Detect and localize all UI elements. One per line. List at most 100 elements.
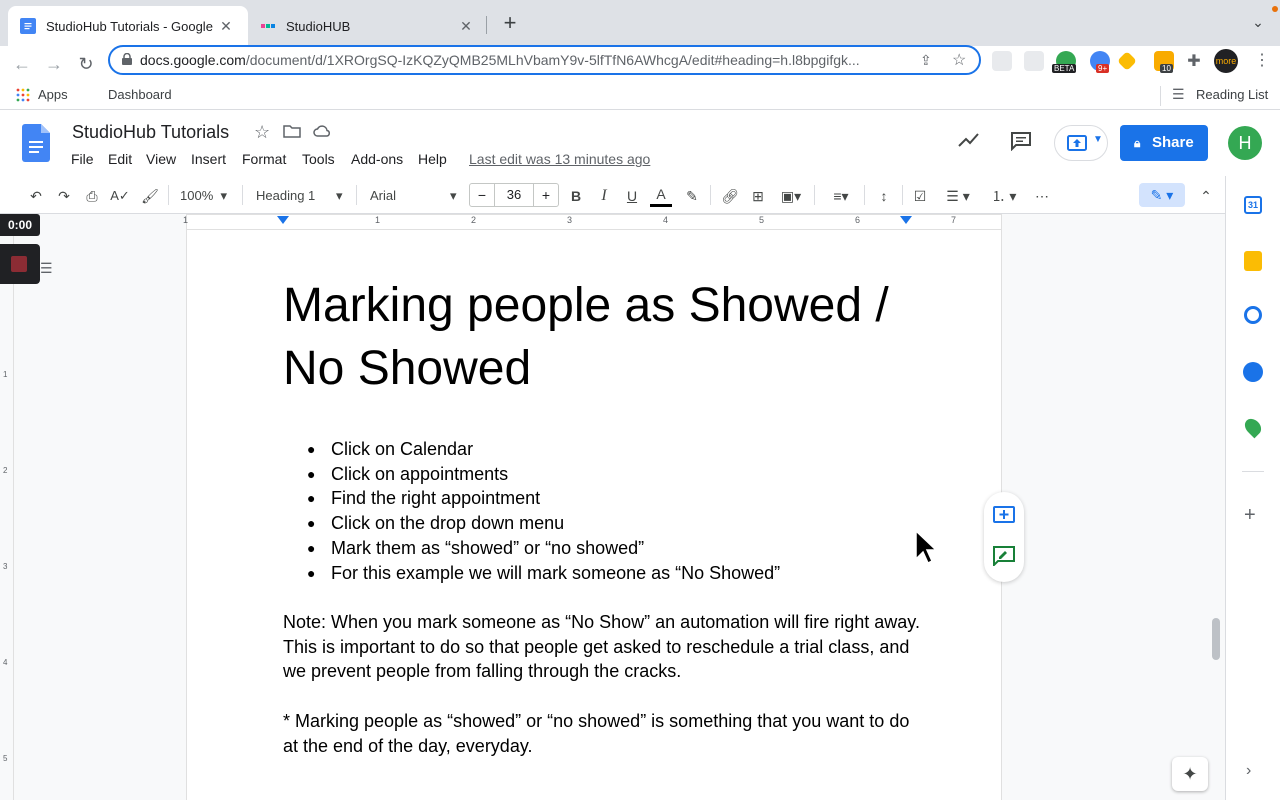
keep-icon[interactable] — [1244, 251, 1262, 271]
increase-font-size-button[interactable]: + — [534, 184, 558, 206]
reading-list-button[interactable]: Reading List — [1196, 87, 1268, 102]
print-icon[interactable]: ⎙ — [82, 185, 102, 207]
menu-tools[interactable]: Tools — [302, 151, 335, 167]
tasks-icon[interactable] — [1244, 306, 1262, 324]
get-addons-icon[interactable]: + — [1244, 504, 1256, 527]
explore-button[interactable]: ✦ — [1172, 757, 1208, 791]
menu-edit[interactable]: Edit — [108, 151, 132, 167]
font-size-input[interactable]: 36 — [494, 184, 534, 206]
add-comment-icon[interactable]: ⊞ — [748, 185, 768, 207]
floating-actions — [984, 492, 1024, 582]
document-page[interactable]: Marking people as Showed / No Showed Cli… — [186, 230, 1002, 800]
address-bar[interactable]: docs.google.com/document/d/1XROrgSQ-IzKQ… — [108, 45, 981, 75]
apps-bookmark[interactable]: Apps — [38, 87, 68, 102]
extensions-puzzle-icon[interactable]: ✚ — [1184, 51, 1204, 71]
lock-icon: 🔒︎ — [1134, 136, 1141, 150]
tab-search-button[interactable]: ⌄ — [1248, 14, 1268, 34]
tab-strip: StudioHub Tutorials - Google D ✕ StudioH… — [0, 0, 1280, 46]
url-text: docs.google.com/document/d/1XROrgSQ-IzKQ… — [140, 52, 860, 68]
list-item: Mark them as “showed” or “no showed” — [307, 536, 780, 561]
zoom-select[interactable]: 100% ▾ — [180, 185, 236, 207]
bookmark-star-icon[interactable]: ☆ — [952, 50, 966, 70]
add-comment-icon[interactable] — [993, 506, 1015, 531]
tab-studiohub-tutorials[interactable]: StudioHub Tutorials - Google D ✕ — [8, 6, 248, 46]
text-color-icon[interactable]: A — [650, 185, 672, 207]
menu-format[interactable]: Format — [242, 151, 286, 167]
insert-image-icon[interactable]: ▣▾ — [776, 185, 806, 207]
decrease-font-size-button[interactable]: − — [470, 184, 494, 206]
tab-studiohub[interactable]: StudioHUB ✕ — [248, 6, 488, 46]
list-item: Click on appointments — [307, 462, 780, 487]
close-tab-icon[interactable]: ✕ — [216, 18, 236, 35]
left-indent-marker[interactable] — [277, 216, 289, 224]
apps-grid-icon[interactable] — [16, 88, 30, 102]
spellcheck-icon[interactable]: A✓ — [110, 185, 130, 207]
present-dropdown-icon: ▼ — [1093, 134, 1103, 145]
bulleted-list-icon[interactable]: ☰ ▾ — [940, 185, 976, 207]
account-avatar[interactable]: H — [1228, 126, 1262, 160]
close-tab-icon[interactable]: ✕ — [456, 18, 476, 35]
menu-addons[interactable]: Add-ons — [351, 151, 403, 167]
paint-format-icon[interactable]: 🖌︎ — [140, 185, 160, 207]
redo-icon[interactable]: ↷ — [54, 185, 74, 207]
undo-icon[interactable]: ↶ — [26, 185, 46, 207]
recording-timer: 0:00 — [0, 214, 40, 236]
menu-help[interactable]: Help — [418, 151, 447, 167]
suggest-edits-icon[interactable] — [993, 546, 1015, 571]
line-spacing-icon[interactable]: ↕ — [874, 185, 894, 207]
expand-panel-icon[interactable]: › — [1246, 762, 1251, 780]
scrollbar-thumb[interactable] — [1212, 618, 1220, 660]
profile-avatar[interactable]: more — [1214, 49, 1238, 73]
last-edit-link[interactable]: Last edit was 13 minutes ago — [469, 151, 650, 167]
reading-list-icon[interactable]: ☰ — [1172, 86, 1185, 103]
star-icon[interactable]: ☆ — [254, 122, 270, 143]
share-page-icon[interactable]: ⇪ — [920, 52, 932, 69]
menu-file[interactable]: File — [71, 151, 94, 167]
underline-icon[interactable]: U — [622, 185, 642, 207]
contacts-icon[interactable] — [1243, 362, 1263, 382]
share-button[interactable]: 🔒︎ Share — [1120, 125, 1208, 161]
dev-tools-extension-icon[interactable] — [992, 51, 1012, 71]
recorder-stop-button[interactable] — [0, 244, 40, 284]
footnote-paragraph: * Marking people as “showed” or “no show… — [283, 711, 910, 756]
list-item: Click on Calendar — [307, 437, 780, 462]
forward-button[interactable]: → — [42, 52, 66, 76]
reload-button[interactable]: ↻ — [74, 52, 98, 76]
activity-trend-icon[interactable] — [958, 132, 980, 153]
calendar-icon[interactable]: 31 — [1244, 196, 1262, 214]
document-title[interactable]: StudioHub Tutorials — [72, 122, 229, 143]
comments-icon[interactable] — [1010, 131, 1032, 156]
paragraph-style-select[interactable]: Heading 1 ▾ — [256, 185, 348, 207]
right-indent-marker[interactable] — [900, 216, 912, 224]
ruler-mark: 1 — [375, 215, 381, 225]
dashboard-bookmark[interactable]: Dashboard — [108, 87, 172, 102]
cloud-status-icon[interactable] — [313, 124, 331, 143]
checklist-icon[interactable]: ☑ — [910, 185, 930, 207]
move-folder-icon[interactable] — [283, 124, 301, 143]
back-button[interactable]: ← — [10, 52, 34, 76]
editing-mode-button[interactable]: ✎ ▾ — [1139, 183, 1185, 207]
more-options-icon[interactable]: ⋯ — [1032, 185, 1052, 207]
menu-insert[interactable]: Insert — [191, 151, 226, 167]
menu-view[interactable]: View — [146, 151, 176, 167]
bold-icon[interactable]: B — [566, 185, 586, 207]
camera-extension-icon[interactable] — [1024, 51, 1044, 71]
note-paragraph: Note: When you mark someone as “No Show”… — [283, 612, 920, 682]
align-icon[interactable]: ≡▾ — [826, 185, 856, 207]
document-outline-icon[interactable]: ☰ — [40, 260, 53, 277]
italic-icon[interactable]: I — [594, 185, 614, 207]
notification-badge: 9+ — [1096, 64, 1110, 73]
new-tab-button[interactable]: + — [498, 12, 522, 36]
highlight-color-icon[interactable]: ✎ — [682, 185, 702, 207]
browser-menu-icon[interactable]: ⋮ — [1254, 50, 1270, 70]
insert-link-icon[interactable]: 🔗︎ — [720, 185, 740, 207]
font-select[interactable]: Arial ▾ — [370, 185, 462, 207]
ruler-mark: 7 — [951, 215, 957, 225]
numbered-list-icon[interactable]: ⒈ ▾ — [986, 185, 1022, 207]
maps-icon[interactable] — [1241, 415, 1265, 439]
collapse-menus-icon[interactable]: ⌃ — [1196, 185, 1216, 207]
docs-logo-icon[interactable] — [22, 124, 50, 167]
ruler-mark: 3 — [3, 562, 8, 571]
present-button[interactable]: ▼ — [1054, 125, 1108, 161]
tab-title: StudioHUB — [286, 18, 351, 34]
